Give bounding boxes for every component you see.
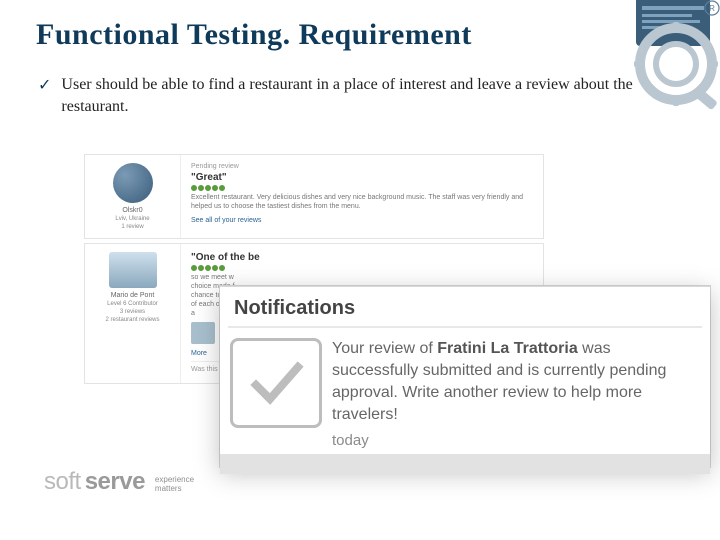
avatar bbox=[113, 163, 153, 203]
rating-icon bbox=[191, 185, 533, 191]
logo-serve: serve bbox=[85, 468, 145, 496]
notifications-heading: Notifications bbox=[224, 293, 706, 326]
reviewer-stat: 2 restaurant reviews bbox=[105, 317, 159, 323]
notif-text-prefix: Your review of bbox=[332, 340, 437, 357]
notification-panel: Notifications Your review of Fratini La … bbox=[220, 286, 710, 467]
avatar bbox=[109, 252, 157, 288]
softserve-logo: softserve experience matters bbox=[44, 468, 194, 496]
reviewer-name: Olskr0 bbox=[122, 207, 142, 214]
slide-title: Functional Testing. Requirement bbox=[36, 18, 684, 52]
review-card: Olskr0 Lviv, Ukraine 1 review Pending re… bbox=[84, 154, 544, 239]
review-photo bbox=[191, 322, 215, 344]
reviewer-level: Level 6 Contributor bbox=[107, 301, 158, 307]
reviewer-stat: 1 review bbox=[121, 224, 143, 230]
checkmark-icon bbox=[230, 338, 322, 428]
notification-message: Your review of Fratini La Trattoria was … bbox=[332, 338, 696, 426]
requirement-text: User should be able to find a restaurant… bbox=[61, 74, 678, 118]
notification-footer-bar bbox=[220, 454, 710, 474]
reviewer-stat: 3 reviews bbox=[120, 309, 145, 315]
review-title: "Great" bbox=[191, 172, 533, 183]
see-all-link: See all of your reviews bbox=[191, 217, 533, 224]
requirement-bullet: ✓ User should be able to find a restaura… bbox=[36, 74, 684, 118]
check-icon: ✓ bbox=[38, 74, 51, 118]
svg-text:R: R bbox=[709, 4, 715, 13]
logo-tagline: matters bbox=[155, 484, 194, 493]
notif-place-name: Fratini La Trattoria bbox=[437, 340, 577, 357]
review-body: Excellent restaurant. Very delicious dis… bbox=[191, 193, 533, 211]
reviewer-location: Lviv, Ukraine bbox=[115, 216, 149, 222]
rating-icon bbox=[191, 265, 533, 271]
reviewer-name: Mario de Pont bbox=[111, 292, 155, 299]
review-title: "One of the be bbox=[191, 252, 533, 263]
pending-label: Pending review bbox=[191, 163, 533, 170]
logo-soft: soft bbox=[44, 468, 81, 496]
notification-time: today bbox=[332, 432, 696, 449]
logo-tagline: experience bbox=[155, 475, 194, 484]
